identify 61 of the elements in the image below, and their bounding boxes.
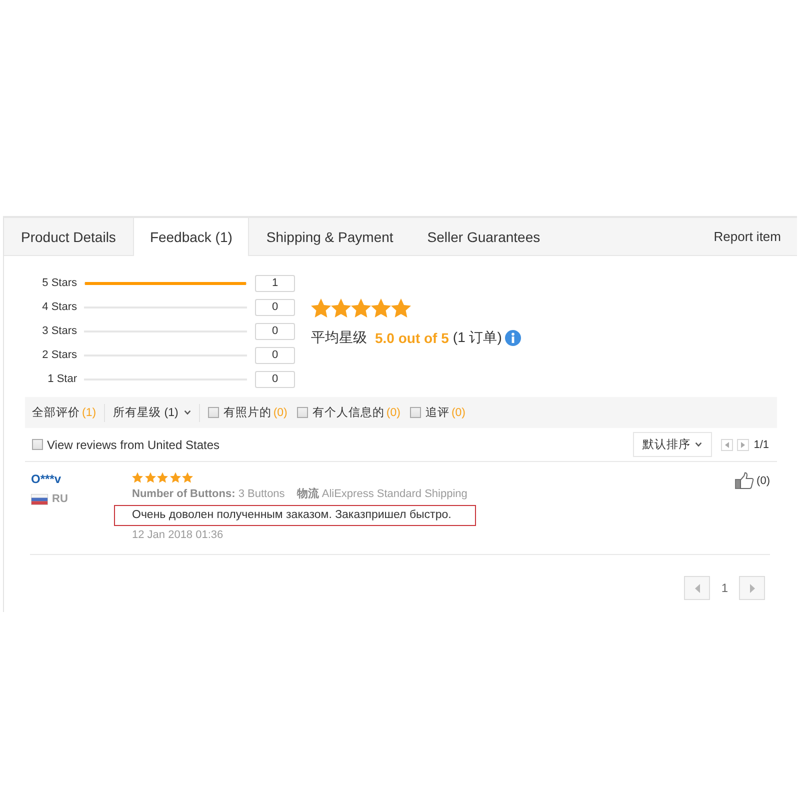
page-number[interactable]: 1 — [721, 581, 728, 595]
tab[interactable]: Feedback (1) — [132, 218, 250, 256]
star-icon — [351, 298, 371, 318]
star-icon — [144, 472, 156, 483]
checkbox[interactable] — [32, 439, 43, 450]
caret-icon — [184, 410, 192, 415]
checkbox-label[interactable]: 有个人信息的 (0) — [312, 405, 400, 420]
left-triangle-icon — [724, 442, 729, 448]
tab[interactable]: Product Details — [4, 218, 133, 256]
checkbox-label[interactable]: View reviews from United States — [47, 438, 220, 452]
star-icon — [157, 472, 168, 483]
star-filter-dropdown[interactable]: 所有星级 (1) — [113, 405, 192, 420]
filter-link[interactable]: 全部评价 (1) — [32, 405, 96, 420]
rating-count: 0 — [255, 370, 295, 388]
star-icon — [331, 298, 351, 318]
order-count: (1 订单) — [452, 329, 502, 347]
checkbox-label[interactable]: 追评 (0) — [425, 405, 466, 420]
average-rating-label: 平均星级 — [311, 329, 367, 347]
star-icon — [182, 472, 193, 483]
checkbox[interactable] — [410, 407, 422, 418]
tab[interactable]: Seller Guarantees — [410, 218, 558, 256]
reviewer-name[interactable]: O***v — [31, 472, 62, 486]
star-icon — [170, 472, 180, 483]
rating-label: 1 Star — [46, 373, 77, 385]
checkbox[interactable] — [297, 407, 308, 418]
rating-count: 0 — [255, 322, 295, 340]
review-text: Очень доволен полученным заказом. Заказпришел быстро. — [114, 505, 476, 526]
average-score: 5.0 out of 5 — [375, 330, 449, 346]
tab[interactable]: Shipping & Payment — [249, 218, 410, 256]
star-icon — [391, 298, 411, 318]
info-icon — [504, 330, 521, 346]
star-icon — [371, 298, 391, 318]
right-triangle-icon — [750, 584, 754, 592]
left-triangle-icon — [694, 584, 700, 592]
product-attribute: Number of Buttons: 3 Buttons — [132, 487, 285, 502]
report-item-link[interactable]: Report item — [714, 229, 797, 244]
previous-page-button[interactable] — [684, 576, 710, 600]
rating-count: 0 — [255, 298, 295, 316]
checkbox[interactable] — [208, 407, 220, 418]
flag-icon — [31, 494, 48, 504]
page-indicator: 1/1 — [754, 438, 769, 450]
star-icon — [132, 472, 143, 483]
rating-label: 3 Stars — [41, 325, 77, 337]
next-page-button[interactable] — [739, 576, 765, 600]
rating-count: 1 — [255, 274, 295, 292]
product-attribute: 物流 AliExpress Standard Shipping — [296, 486, 468, 502]
rating-label: 5 Stars — [41, 277, 77, 289]
review-date: 12 Jan 2018 01:36 — [132, 528, 224, 543]
star-icon — [311, 298, 331, 318]
next-page-button[interactable] — [736, 438, 749, 450]
country-code: RU — [52, 493, 68, 505]
rating-label: 4 Stars — [41, 301, 77, 313]
sort-dropdown[interactable]: 默认排序 — [632, 432, 712, 457]
thumbs-up-icon — [734, 472, 754, 489]
previous-page-button[interactable] — [720, 438, 733, 450]
like-button[interactable]: (0) — [734, 472, 770, 489]
rating-label: 2 Stars — [41, 349, 77, 361]
caret-icon — [694, 442, 702, 447]
right-triangle-icon — [740, 442, 745, 448]
checkbox-label[interactable]: 有照片的 (0) — [223, 405, 288, 420]
rating-count: 0 — [255, 346, 295, 364]
